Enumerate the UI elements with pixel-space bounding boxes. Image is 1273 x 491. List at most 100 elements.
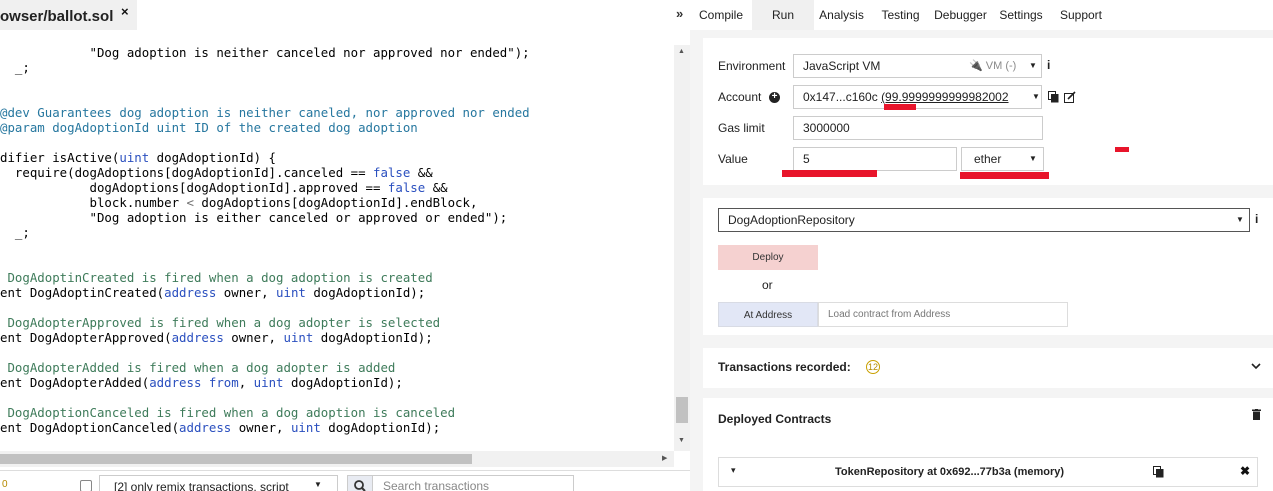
code-token: uint <box>276 285 306 300</box>
code-token: dogAdoptionId) { <box>149 150 277 165</box>
code-token: dogAdoptionId); <box>305 285 426 300</box>
copy-icon[interactable] <box>1048 91 1059 103</box>
code-line: @dev Guarantees dog adoption is neither … <box>0 105 530 120</box>
transactions-recorded-card[interactable]: Transactions recorded: 12 <box>703 348 1273 388</box>
code-token: ent DogAdoptinCreated( <box>0 285 165 300</box>
code-token: uint <box>253 375 284 390</box>
code-token: @dev Guarantees dog adoption is neither … <box>0 105 530 120</box>
search-transactions-input[interactable]: Search transactions <box>372 475 574 491</box>
deploy-button[interactable]: Deploy <box>718 245 818 270</box>
edit-icon[interactable] <box>1064 91 1076 103</box>
caret-down-icon: ▼ <box>1029 61 1037 70</box>
deployed-contracts-label: Deployed Contracts <box>718 412 832 426</box>
horizontal-scrollbar[interactable]: ▶ <box>0 451 674 467</box>
account-balance: (99.9999999999982002 <box>881 90 1009 104</box>
scroll-up-arrow-icon[interactable]: ▲ <box>678 48 685 55</box>
code-token: uint <box>119 150 150 165</box>
scroll-right-arrow-icon[interactable]: ▶ <box>662 454 667 462</box>
code-token: DogAdopterApproved is fired when a dog a… <box>0 315 441 330</box>
value-input[interactable]: 5 <box>793 147 957 171</box>
caret-down-icon: ▼ <box>1236 215 1244 224</box>
file-tab-label: owser/ballot.sol <box>0 8 114 25</box>
terminal-bar: 0 [2] only remix transactions, script ▼ … <box>0 470 690 491</box>
at-address-input[interactable]: Load contract from Address <box>818 302 1068 327</box>
code-line: "Dog adoption is neither canceled nor ap… <box>0 45 530 60</box>
red-annotation-balance <box>884 104 916 110</box>
collapse-panel-icon[interactable]: » <box>676 6 683 21</box>
caret-down-icon: ▼ <box>1029 86 1040 108</box>
tab-analysis[interactable]: Analysis <box>814 0 869 30</box>
add-account-icon[interactable]: + <box>769 92 780 103</box>
tab-support[interactable]: Support <box>1053 0 1109 30</box>
code-token: dogAdoptionId); <box>283 375 403 390</box>
file-tab[interactable]: owser/ballot.sol × <box>0 0 137 30</box>
deployed-instance[interactable]: ▾ TokenRepository at 0x692...77b3a (memo… <box>718 457 1258 487</box>
code-token: DogAdopterAdded is fired when a dog adop… <box>0 360 396 375</box>
code-area[interactable]: "Dog adoption is neither canceled nor ap… <box>0 45 674 450</box>
code-line: _; <box>0 60 30 75</box>
instance-label: TokenRepository at 0x692...77b3a (memory… <box>835 466 1065 478</box>
red-annotation-mark <box>1115 147 1129 152</box>
copy-icon[interactable] <box>1153 466 1164 478</box>
search-icon[interactable] <box>347 475 373 491</box>
chevron-down-icon[interactable] <box>1251 362 1261 370</box>
deployed-contracts-card: Deployed Contracts ▾ TokenRepository at … <box>703 398 1273 491</box>
code-line: "Dog adoption is either canceled or appr… <box>0 210 508 225</box>
tab-settings[interactable]: Settings <box>994 0 1048 30</box>
contract-select[interactable]: DogAdoptionRepository ▼ <box>718 208 1250 232</box>
account-address: 0x147...c160c <box>803 90 878 104</box>
account-label: Account <box>718 90 762 104</box>
code-token: _; <box>0 60 30 75</box>
code-token: < <box>186 195 194 210</box>
red-annotation-unit <box>960 172 1049 179</box>
horizontal-scroll-thumb[interactable] <box>0 454 472 464</box>
code-token: _; <box>0 225 30 240</box>
code-token: address <box>149 375 202 390</box>
tx-filter-select[interactable]: [2] only remix transactions, script ▼ <box>99 475 338 491</box>
code-token: false <box>387 180 426 195</box>
code-token: address <box>164 285 217 300</box>
info-icon[interactable]: i <box>1255 212 1258 226</box>
environment-select[interactable]: JavaScript VM 🔌 VM (-) ▼ <box>793 54 1042 78</box>
value-label: Value <box>718 152 748 166</box>
code-token: owner, <box>231 420 291 435</box>
info-icon[interactable]: i <box>1047 58 1050 72</box>
tab-debugger[interactable]: Debugger <box>932 0 989 30</box>
close-icon[interactable]: × <box>121 4 129 19</box>
code-token: uint <box>290 420 321 435</box>
at-address-button[interactable]: At Address <box>718 302 818 327</box>
value-unit-select[interactable]: ether ▼ <box>961 147 1044 171</box>
code-token: uint <box>283 330 314 345</box>
tab-run[interactable]: Run <box>752 0 814 30</box>
tab-compile[interactable]: Compile <box>690 0 752 30</box>
red-annotation-value <box>782 170 877 177</box>
code-token: difier isActive( <box>0 150 120 165</box>
code-line: ent DogAdopterAdded(address from, uint d… <box>0 375 403 390</box>
code-token: && <box>425 180 448 195</box>
code-token: false <box>373 165 411 180</box>
gas-limit-input[interactable]: 3000000 <box>793 116 1043 140</box>
code-token: ent DogAdopterApproved( <box>0 330 172 345</box>
tab-testing[interactable]: Testing <box>875 0 926 30</box>
expand-instance-icon[interactable]: ▾ <box>731 465 736 476</box>
plug-icon: 🔌 <box>969 60 983 72</box>
trash-icon[interactable] <box>1252 409 1261 420</box>
tab-bar: Compile Run Analysis Testing Debugger Se… <box>690 0 1273 30</box>
scroll-down-arrow-icon[interactable]: ▼ <box>678 437 685 444</box>
code-token: dogAdoptions[dogAdoptionId].approved == <box>0 180 388 195</box>
value-unit: ether <box>974 152 1002 166</box>
code-token: "Dog adoption is neither canceled nor ap… <box>0 45 530 60</box>
vertical-scroll-thumb[interactable] <box>676 397 688 423</box>
account-select[interactable]: 0x147...c160c (99.9999999999982002 ▼ <box>793 85 1042 109</box>
code-line: block.number < dogAdoptions[dogAdoptionI… <box>0 195 478 210</box>
code-line: DogAdoptionCanceled is fired when a dog … <box>0 405 455 420</box>
code-editor[interactable]: owser/ballot.sol × "Dog adoption is neit… <box>0 0 690 491</box>
environment-value: JavaScript VM <box>803 59 881 73</box>
vertical-scrollbar[interactable]: ▲ ▼ <box>674 45 690 451</box>
listen-checkbox[interactable] <box>80 480 92 491</box>
tx-filter-label: [2] only remix transactions, script <box>114 480 289 491</box>
close-icon[interactable]: ✖ <box>1240 464 1250 478</box>
code-token: DogAdoptinCreated is fired when a dog ad… <box>0 270 433 285</box>
code-token: DogAdoptionCanceled is fired when a dog … <box>0 405 456 420</box>
